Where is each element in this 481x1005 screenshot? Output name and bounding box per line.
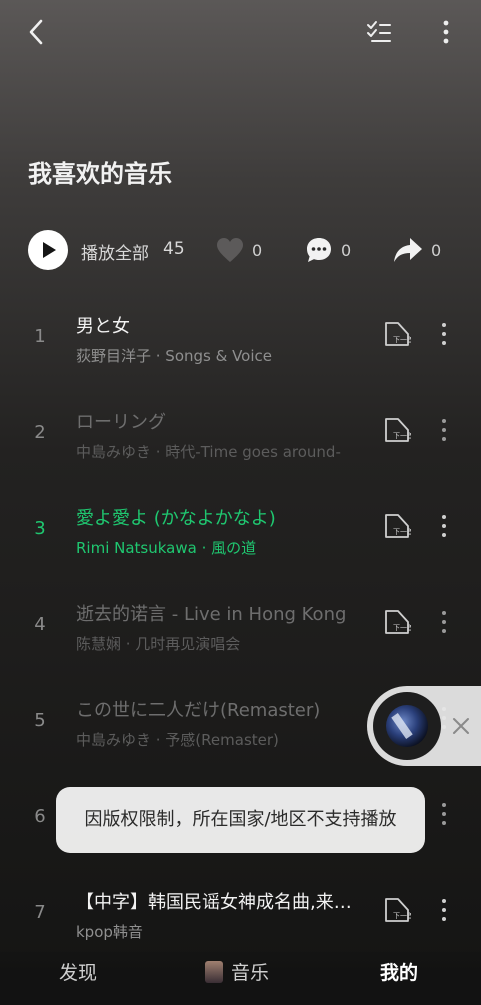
album-cover <box>386 705 428 747</box>
comment-icon <box>307 238 331 262</box>
share-icon <box>394 238 422 262</box>
nav-music-label: 音乐 <box>231 962 270 984</box>
next-play-icon[interactable]: 下一首 <box>383 320 411 348</box>
svg-text:下一首: 下一首 <box>393 335 411 344</box>
song-row-playing[interactable]: 3 愛よ愛よ (かなよかなよ) Rimi Natsukawa · 風の道 下一首 <box>0 482 481 578</box>
bottom-nav: 发现 音乐 我的 <box>0 952 481 1005</box>
share-button[interactable]: 0 <box>393 232 441 268</box>
song-row[interactable]: 7 【中字】韩国民谣女神成名曲,来自... kpop韩音 下一首 <box>0 866 481 962</box>
song-row[interactable]: 4 逝去的诺言 - Live in Hong Kong 陈慧娴 · 几时再见演唱… <box>0 578 481 674</box>
comment-count: 0 <box>341 240 352 260</box>
close-icon[interactable] <box>449 712 473 740</box>
like-count: 0 <box>252 240 263 260</box>
next-play-icon[interactable]: 下一首 <box>383 512 411 540</box>
song-more-button[interactable] <box>437 896 451 924</box>
page-title: 我喜欢的音乐 <box>28 160 172 188</box>
nav-discover-label: 发现 <box>59 962 98 984</box>
song-subtitle: 陈慧娴 · 几时再见演唱会 <box>76 635 241 653</box>
multi-select-button[interactable] <box>364 14 394 50</box>
song-title: 愛よ愛よ (かなよかなよ) <box>76 508 276 529</box>
like-button[interactable]: 0 <box>216 232 262 268</box>
song-more-button[interactable] <box>437 512 451 540</box>
nav-discover[interactable]: 发现 <box>59 958 97 985</box>
back-icon <box>29 19 43 45</box>
song-index: 3 <box>34 518 46 539</box>
floating-mini-player[interactable] <box>367 686 481 766</box>
song-more-button[interactable] <box>437 320 451 348</box>
playlist-actions: 播放全部 45 0 0 0 <box>28 228 468 272</box>
svg-text:下一首: 下一首 <box>393 623 411 632</box>
play-icon <box>43 242 56 258</box>
now-playing-thumbnail <box>205 960 223 983</box>
song-subtitle: 荻野目洋子 · Songs & Voice <box>76 347 272 365</box>
next-play-icon[interactable]: 下一首 <box>383 608 411 636</box>
heart-icon <box>217 238 243 262</box>
comment-button[interactable]: 0 <box>305 232 351 268</box>
song-title: 男と女 <box>76 316 130 337</box>
song-title: この世に二人だけ(Remaster) <box>76 700 321 721</box>
song-index: 1 <box>34 326 46 347</box>
song-more-button[interactable] <box>437 416 451 444</box>
more-menu-button[interactable] <box>438 14 454 50</box>
vinyl-disc[interactable] <box>373 692 441 760</box>
song-row[interactable]: 2 ローリング 中島みゆき · 時代-Time goes around- 下一首 <box>0 386 481 482</box>
nav-mine-label: 我的 <box>380 962 419 984</box>
song-index: 2 <box>34 422 46 443</box>
more-vertical-icon <box>443 20 449 44</box>
song-more-button[interactable] <box>437 800 451 828</box>
song-more-button[interactable] <box>437 608 451 636</box>
next-play-icon[interactable]: 下一首 <box>383 896 411 924</box>
copyright-toast: 因版权限制，所在国家/地区不支持播放 <box>56 787 425 853</box>
svg-text:下一首: 下一首 <box>393 911 411 920</box>
next-play-icon[interactable]: 下一首 <box>383 416 411 444</box>
play-all-label[interactable]: 播放全部 <box>81 239 149 264</box>
song-row[interactable]: 1 男と女 荻野目洋子 · Songs & Voice 下一首 <box>0 290 481 386</box>
svg-text:下一首: 下一首 <box>393 527 411 536</box>
song-title: 逝去的诺言 - Live in Hong Kong <box>76 604 347 625</box>
song-subtitle: 中島みゆき · 予感(Remaster) <box>76 731 279 749</box>
song-index: 5 <box>34 710 46 731</box>
song-subtitle: 中島みゆき · 時代-Time goes around- <box>76 443 341 461</box>
play-all-count: 45 <box>163 239 185 259</box>
play-all-button[interactable] <box>28 230 68 270</box>
share-count: 0 <box>431 240 442 260</box>
multi-select-icon <box>367 21 391 42</box>
song-subtitle: Rimi Natsukawa · 風の道 <box>76 539 257 557</box>
song-title: ローリング <box>76 412 166 433</box>
nav-mine[interactable]: 我的 <box>380 958 418 985</box>
song-title: 【中字】韩国民谣女神成名曲,来自... <box>76 892 364 913</box>
svg-text:下一首: 下一首 <box>393 431 411 440</box>
song-index: 7 <box>34 902 46 923</box>
back-button[interactable] <box>22 14 50 50</box>
song-index: 4 <box>34 614 46 635</box>
song-subtitle: kpop韩音 <box>76 923 143 941</box>
song-index: 6 <box>34 806 46 827</box>
nav-music[interactable]: 音乐 <box>205 958 269 985</box>
